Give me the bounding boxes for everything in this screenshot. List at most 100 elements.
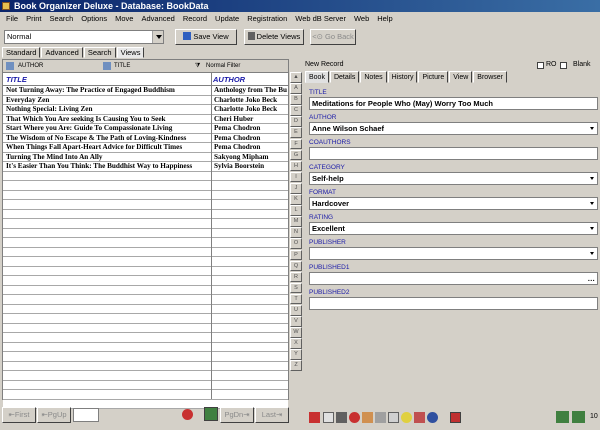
alphabet-letter-n[interactable]: N <box>290 227 302 238</box>
tools-icon[interactable] <box>414 412 425 423</box>
grid-view-icon[interactable] <box>204 407 218 421</box>
table-row[interactable]: Start Where you Are: Guide To Compassion… <box>3 124 288 134</box>
title-field[interactable]: Meditations for People Who (May) Worry T… <box>309 97 598 110</box>
alphabet-letter-y[interactable]: Y <box>290 349 302 360</box>
ellipsis-icon[interactable]: … <box>588 273 596 284</box>
publisher-field[interactable] <box>309 247 598 260</box>
table-row[interactable] <box>3 200 288 210</box>
menu-options[interactable]: Options <box>77 12 111 25</box>
table-row[interactable]: Turning The Mind Into An Ally Sakyong Mip… <box>3 153 288 162</box>
menu-advanced[interactable]: Advanced <box>137 12 178 25</box>
chevron-down-icon[interactable] <box>588 223 597 234</box>
alphabet-letter-f[interactable]: F <box>290 138 302 150</box>
report-icon[interactable] <box>450 412 461 423</box>
previous-record-icon[interactable] <box>556 411 569 423</box>
published1-field[interactable]: … <box>309 272 598 285</box>
alphabet-letter-r[interactable]: R <box>290 271 302 283</box>
table-row[interactable]: That Which You Are seeking Is Causing Yo… <box>3 115 288 124</box>
column-author-button[interactable]: AUTHOR <box>18 60 43 73</box>
table-row[interactable]: It's Easier Than You Think: The Buddhist… <box>3 162 288 172</box>
table-row[interactable] <box>3 380 288 390</box>
menu-move[interactable]: Move <box>111 12 137 25</box>
alphabet-letter-d[interactable]: D <box>290 116 302 127</box>
alphabet-letter-a[interactable]: A <box>290 83 302 94</box>
rating-field[interactable]: Excellent <box>309 222 598 235</box>
format-field[interactable]: Hardcover <box>309 197 598 210</box>
table-row[interactable] <box>3 333 288 343</box>
alphabet-letter-z[interactable]: Z <box>290 360 302 372</box>
lightbulb-icon[interactable] <box>401 412 412 423</box>
table-row[interactable] <box>3 390 288 400</box>
table-row[interactable] <box>3 342 288 352</box>
menu-update[interactable]: Update <box>211 12 243 25</box>
header-author[interactable]: AUTHOR <box>213 73 245 86</box>
chevron-down-icon[interactable] <box>588 198 597 209</box>
tab-book[interactable]: Book <box>305 71 329 83</box>
chevron-down-icon[interactable] <box>588 173 597 184</box>
table-row[interactable] <box>3 228 288 238</box>
globe-icon[interactable] <box>427 412 438 423</box>
chevron-down-icon[interactable] <box>588 248 597 259</box>
table-row[interactable] <box>3 257 288 267</box>
table-row[interactable] <box>3 352 288 362</box>
print-icon[interactable] <box>323 412 334 423</box>
filter-button[interactable]: Normal Filter <box>206 60 240 73</box>
table-row[interactable] <box>3 371 288 381</box>
refresh-icon[interactable] <box>182 409 193 420</box>
ro-checkbox[interactable] <box>537 62 544 69</box>
header-title[interactable]: TITLE <box>6 73 27 86</box>
chevron-down-icon[interactable] <box>152 31 163 43</box>
table-row[interactable] <box>3 361 288 371</box>
table-row[interactable]: The Wisdom of No Escape & The Path of Lo… <box>3 134 288 143</box>
table-row[interactable] <box>3 219 288 229</box>
alphabet-letter-w[interactable]: W <box>290 327 302 338</box>
edit-icon[interactable] <box>362 412 373 423</box>
first-button[interactable]: ⇤First <box>2 407 36 423</box>
alphabet-letter-j[interactable]: J <box>290 182 302 194</box>
pgup-button[interactable]: ⇤PgUp <box>37 407 71 423</box>
alphabet-letter-s[interactable]: S <box>290 282 302 294</box>
table-row[interactable] <box>3 304 288 314</box>
menu-web-db-server[interactable]: Web dB Server <box>291 12 350 25</box>
document-icon[interactable] <box>388 412 399 423</box>
table-row[interactable] <box>3 285 288 295</box>
alphabet-letter-t[interactable]: T <box>290 293 302 305</box>
blank-checkbox[interactable] <box>560 62 567 69</box>
tab-search[interactable]: Search <box>83 47 116 58</box>
tab-advanced[interactable]: Advanced <box>41 47 83 58</box>
alphabet-letter-x[interactable]: X <box>290 338 302 349</box>
menu-search[interactable]: Search <box>46 12 78 25</box>
category-field[interactable]: Self-help <box>309 172 598 185</box>
record-number-input[interactable] <box>73 408 99 422</box>
table-row[interactable] <box>3 181 288 191</box>
menu-help[interactable]: Help <box>373 12 396 25</box>
delete-views-button[interactable]: Delete Views <box>244 29 304 45</box>
save-view-button[interactable]: Save View <box>175 29 237 45</box>
alphabet-letter-v[interactable]: V <box>290 316 302 327</box>
table-row[interactable] <box>3 295 288 305</box>
menu-file[interactable]: File <box>2 12 22 25</box>
chevron-down-icon[interactable] <box>588 123 597 134</box>
alphabet-letter-p[interactable]: P <box>290 249 302 261</box>
tab-details[interactable]: Details <box>329 71 360 83</box>
tab-view[interactable]: View <box>449 71 473 83</box>
go-back-button[interactable]: <⊙ Go Back <box>310 29 356 45</box>
table-row[interactable] <box>3 314 288 324</box>
alphabet-letter-e[interactable]: E <box>290 127 302 139</box>
table-row[interactable] <box>3 238 288 248</box>
alphabet-letter-i[interactable]: I <box>290 171 302 183</box>
menu-record[interactable]: Record <box>179 12 211 25</box>
next-record-icon[interactable] <box>572 411 585 423</box>
alphabet-letter-k[interactable]: K <box>290 194 302 205</box>
copy-icon[interactable] <box>375 412 386 423</box>
alphabet-letter-h[interactable]: H <box>290 160 302 172</box>
menu-registration[interactable]: Registration <box>243 12 291 25</box>
alphabet-letter-q[interactable]: Q <box>290 260 302 272</box>
alphabet-letter-m[interactable]: M <box>290 216 302 227</box>
view-select[interactable]: Normal <box>4 30 164 44</box>
table-row[interactable] <box>3 190 288 200</box>
table-row[interactable] <box>3 209 288 219</box>
table-row[interactable] <box>3 171 288 181</box>
last-button[interactable]: Last⇥ <box>255 407 289 423</box>
table-row[interactable]: Everyday Zen Charlotte Joko Beck <box>3 96 288 105</box>
